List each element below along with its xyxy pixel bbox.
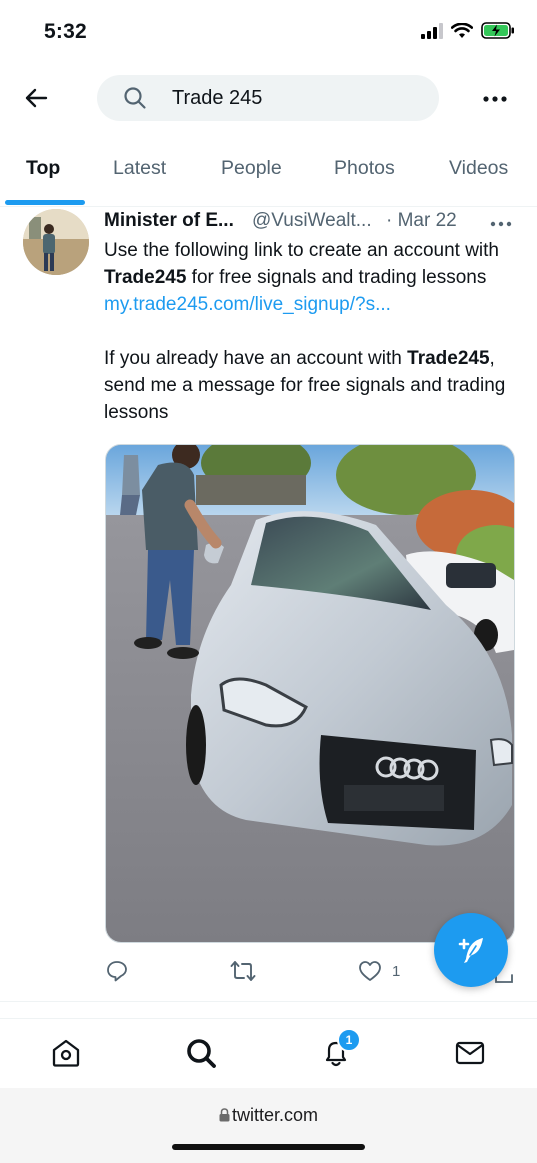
reply-icon	[107, 961, 127, 982]
lock-icon	[219, 1108, 230, 1122]
author-handle[interactable]: @VusiWealt...	[252, 210, 372, 232]
tab-photos[interactable]: Photos	[334, 157, 395, 180]
wifi-icon	[451, 22, 473, 38]
bottom-navigation: 1	[0, 1018, 537, 1089]
search-icon	[187, 1039, 216, 1068]
tweet-text-part: Use the following link to create an acco…	[104, 240, 499, 261]
url-display[interactable]: twitter.com	[0, 1105, 537, 1126]
tweet-more-icon[interactable]	[490, 220, 512, 228]
url-text: twitter.com	[231, 1105, 319, 1125]
home-icon	[52, 1039, 80, 1067]
tweet-text-bold: Trade245	[104, 267, 187, 288]
heart-icon	[359, 961, 381, 981]
back-button[interactable]	[20, 80, 52, 116]
like-count: 1	[392, 962, 401, 980]
tab-people[interactable]: People	[221, 157, 282, 180]
tweet-text-part: If you already have an account with	[104, 348, 408, 369]
battery-charging-icon	[481, 22, 514, 39]
reply-button[interactable]	[106, 960, 128, 982]
author-name[interactable]: Minister of E...	[104, 210, 234, 232]
search-tabs: Top Latest People Photos Videos	[0, 140, 537, 207]
tab-latest[interactable]: Latest	[113, 157, 166, 180]
tab-videos[interactable]: Videos	[449, 157, 508, 180]
status-bar: 5:32	[0, 0, 537, 62]
more-horizontal-icon	[483, 96, 507, 102]
tweet-text-part: for free signals and trading lessons	[186, 267, 487, 288]
home-indicator	[172, 1144, 365, 1150]
tweet-text: Use the following link to create an acco…	[104, 237, 514, 426]
browser-address-bar[interactable]: twitter.com	[0, 1088, 537, 1163]
search-icon	[123, 86, 147, 110]
tweet[interactable]: Minister of E... @VusiWealt... · Mar 22 …	[0, 206, 537, 1002]
search-input[interactable]	[172, 86, 412, 110]
notification-badge: 1	[337, 1028, 361, 1052]
retweet-button[interactable]	[230, 960, 256, 982]
nav-home[interactable]	[48, 1035, 84, 1071]
tweet-header: Minister of E... @VusiWealt... · Mar 22	[104, 210, 524, 236]
nav-messages[interactable]	[452, 1035, 488, 1071]
envelope-icon	[455, 1041, 485, 1065]
arrow-left-icon	[25, 88, 48, 108]
avatar[interactable]	[23, 209, 89, 275]
tweet-photo[interactable]	[105, 444, 515, 943]
status-time: 5:32	[44, 20, 87, 43]
tab-top[interactable]: Top	[26, 157, 60, 180]
tweet-date[interactable]: · Mar 22	[386, 210, 457, 232]
compose-feather-icon	[458, 938, 483, 963]
nav-search[interactable]	[183, 1035, 219, 1071]
active-tab-indicator	[5, 200, 85, 205]
tweet-text-bold: Trade245	[407, 348, 490, 369]
search-header	[0, 62, 537, 140]
signal-icon	[421, 22, 443, 39]
more-options-button[interactable]	[483, 86, 509, 112]
retweet-icon	[230, 961, 256, 981]
signup-link[interactable]: my.trade245.com/live_signup/?s...	[104, 294, 391, 315]
status-icons	[421, 22, 515, 39]
compose-tweet-button[interactable]	[434, 913, 508, 987]
search-box[interactable]	[97, 75, 439, 121]
like-button[interactable]: 1	[358, 960, 400, 982]
